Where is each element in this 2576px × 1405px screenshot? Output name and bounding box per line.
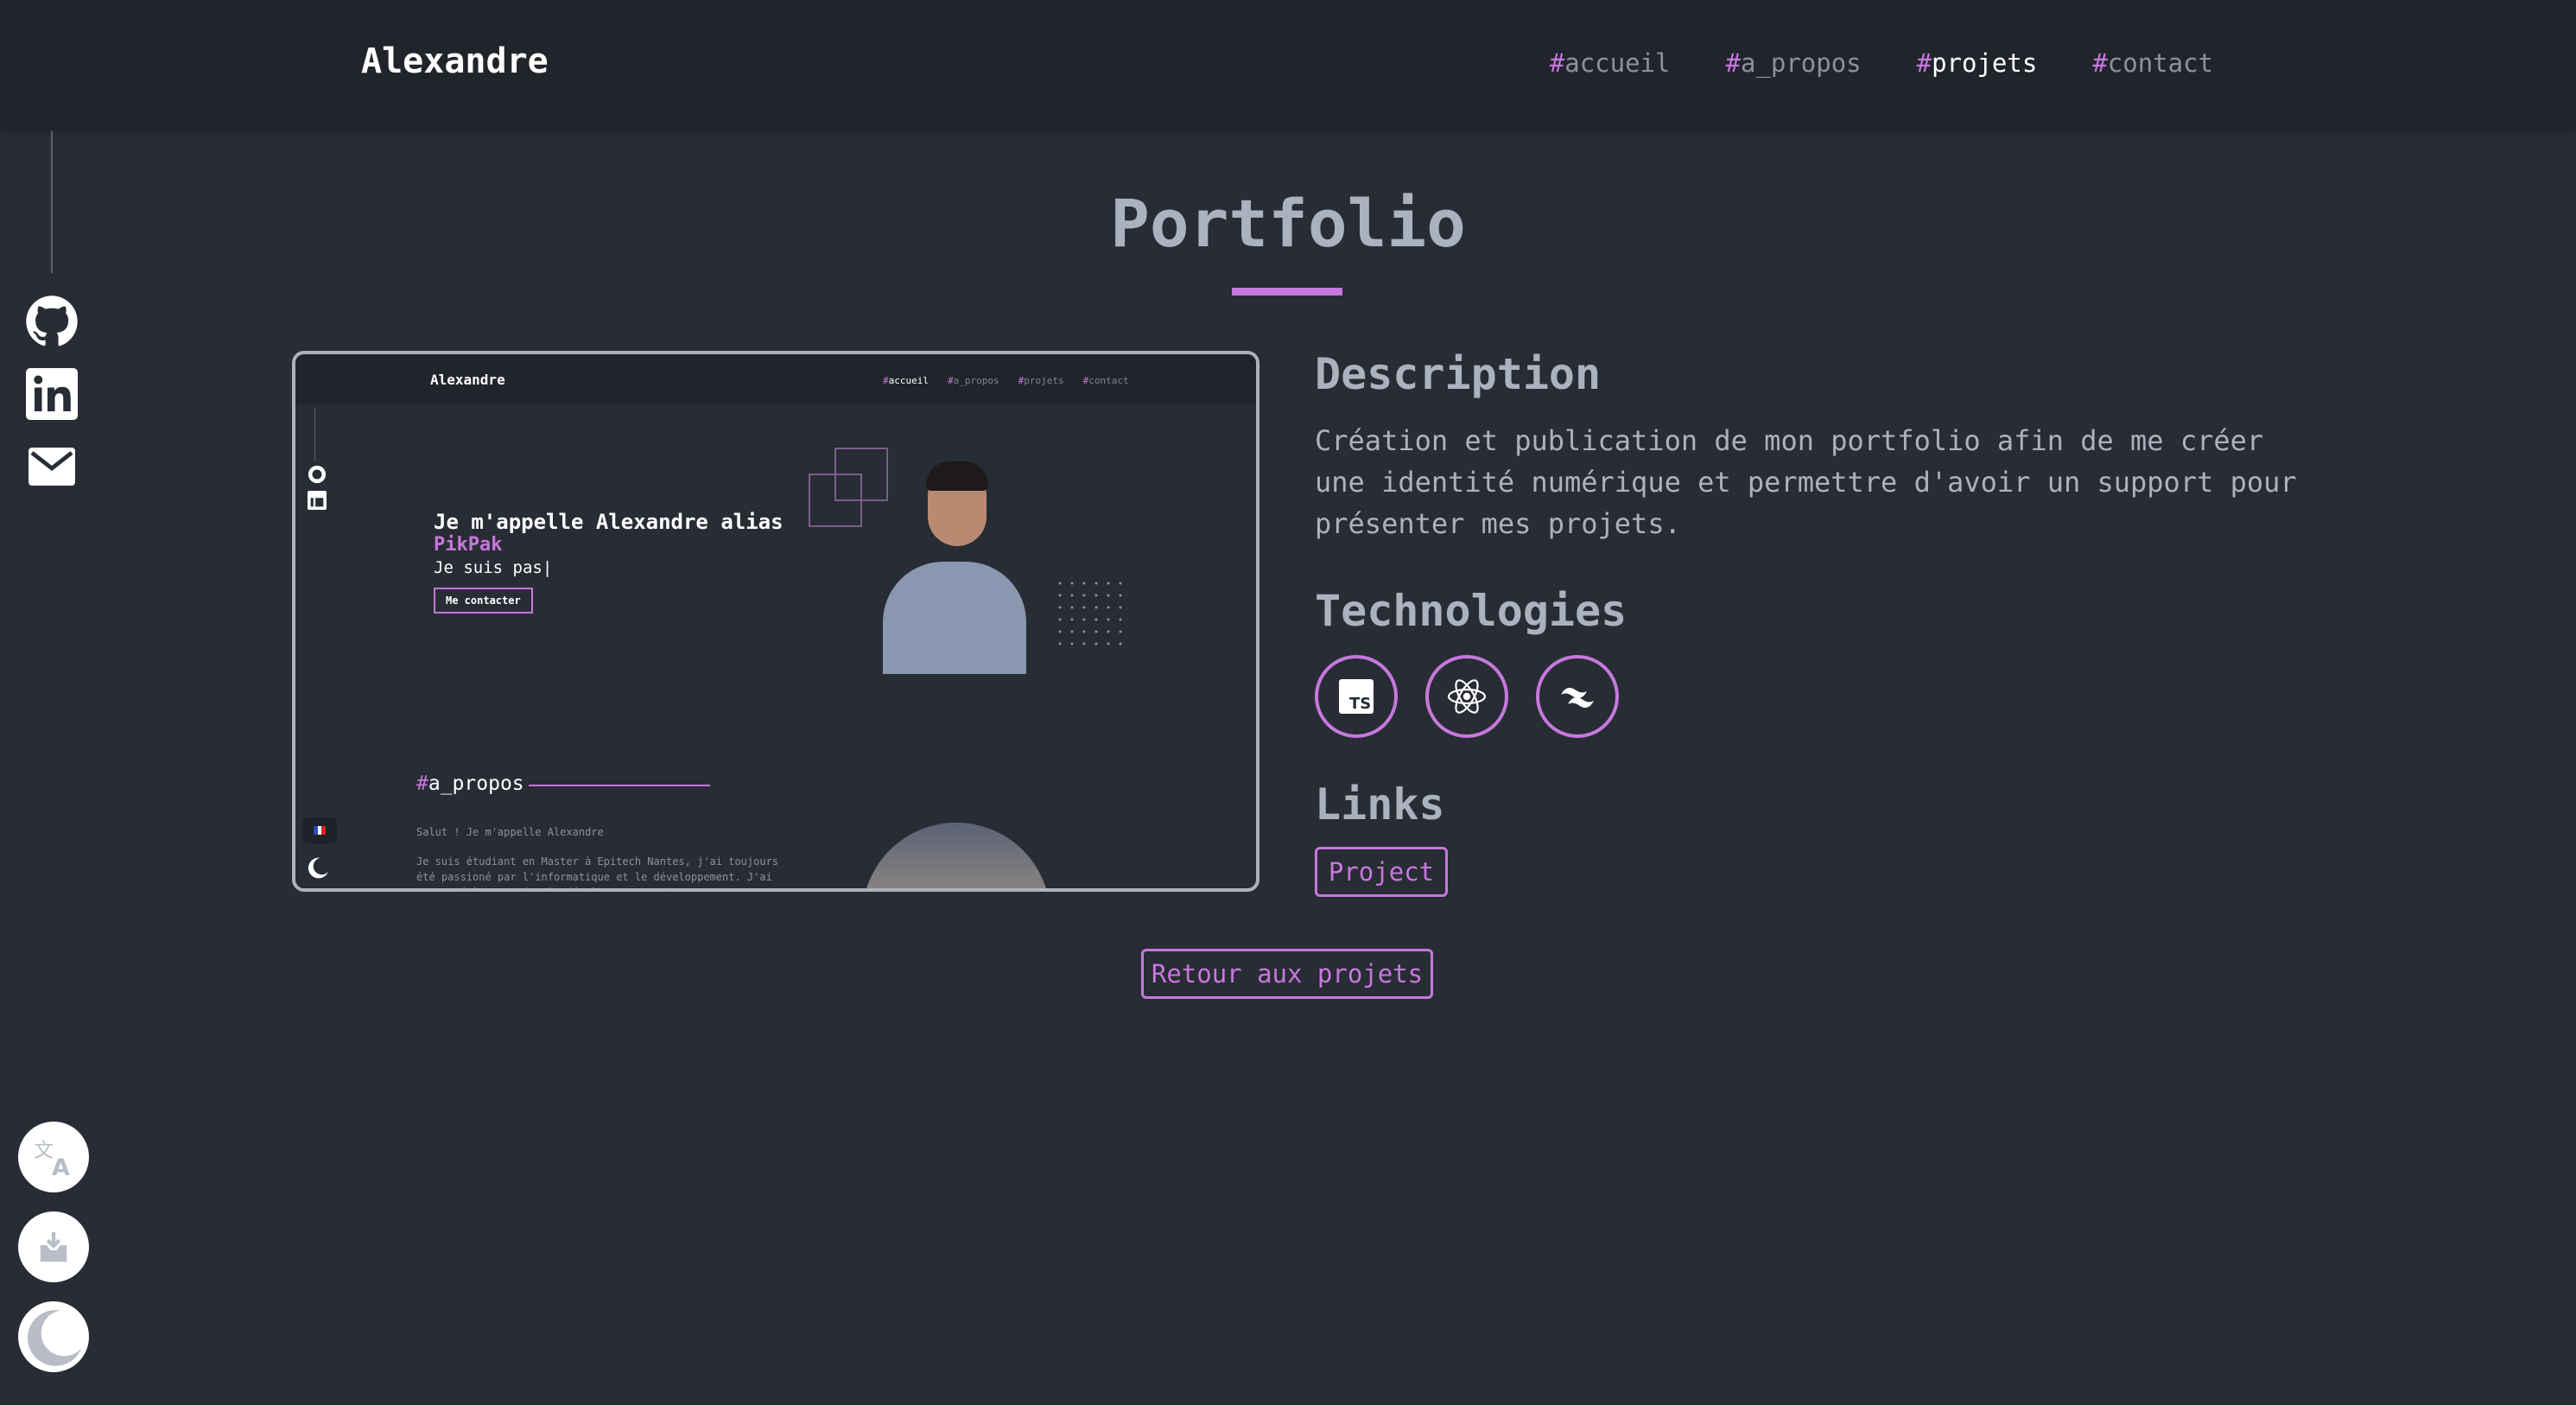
download-cv-button[interactable] <box>18 1211 89 1282</box>
typescript-icon: TS <box>1339 679 1374 714</box>
mail-icon <box>29 448 75 486</box>
linkedin-icon <box>26 368 78 420</box>
nav-link-projets[interactable]: #projets <box>1917 48 2038 78</box>
preview-alias: PikPak <box>434 534 503 556</box>
project-preview-image: Alexandre #accueil #a_propos #projets #c… <box>292 351 1259 892</box>
nav-label: contact <box>2107 48 2213 78</box>
translate-button[interactable]: 文A <box>18 1122 89 1192</box>
nav-label: a_propos <box>1740 48 1862 78</box>
preview-nav-item: #contact <box>1082 375 1129 386</box>
preview-flag-icon <box>302 817 337 843</box>
description-heading: Description <box>1315 349 1602 399</box>
preview-brand: Alexandre <box>430 372 505 388</box>
preview-section-line <box>529 785 710 786</box>
title-underline <box>1232 288 1342 296</box>
preview-text-intro: Salut ! Je m'appelle Alexandre <box>416 826 604 838</box>
mail-link[interactable] <box>24 439 79 494</box>
moon-icon <box>27 1310 82 1366</box>
preview-section-title: #a_propos <box>416 772 524 795</box>
description-text: Création et publication de mon portfolio… <box>1315 424 2297 540</box>
page-title: Portfolio <box>1110 185 1466 262</box>
nav-hash: # <box>2092 48 2108 78</box>
portrait-hair <box>926 461 988 491</box>
preview-portrait <box>883 458 1026 674</box>
preview-moon-icon <box>308 857 328 879</box>
tech-badge-typescript: TS <box>1315 655 1398 738</box>
github-link[interactable] <box>24 294 79 349</box>
brand-name[interactable]: Alexandre <box>361 41 549 81</box>
preview-photo-circle <box>862 823 1050 888</box>
preview-contact-button: Me contacter <box>434 588 533 613</box>
preview-text-body: Je suis étudiant en Master à Epitech Nan… <box>416 855 779 888</box>
download-icon <box>40 1231 67 1262</box>
react-icon <box>1447 679 1487 714</box>
tailwind-icon <box>1561 688 1594 708</box>
nav-hash: # <box>1725 48 1741 78</box>
github-icon <box>26 296 78 346</box>
preview-linkedin-icon <box>308 491 327 510</box>
nav-label: accueil <box>1564 48 1671 78</box>
project-link-button[interactable]: Project <box>1315 847 1448 897</box>
portrait-body <box>883 562 1026 674</box>
preview-nav-item: #a_propos <box>947 375 999 386</box>
preview-nav-item: #accueil <box>883 375 929 386</box>
preview-header: Alexandre #accueil #a_propos #projets #c… <box>295 354 1256 404</box>
nav-link-a-propos[interactable]: #a_propos <box>1725 48 1861 78</box>
theme-toggle-button[interactable] <box>18 1301 89 1372</box>
translate-icon: 文A <box>34 1140 70 1179</box>
preview-side-line <box>314 408 315 461</box>
linkedin-link[interactable] <box>24 366 79 422</box>
svg-text:A: A <box>52 1154 70 1179</box>
preview-greeting: Je m'appelle Alexandre alias <box>434 510 784 534</box>
nav-hash: # <box>1916 48 1932 78</box>
svg-text:TS: TS <box>1349 695 1371 713</box>
svg-text:文: 文 <box>34 1140 54 1162</box>
preview-deco-square <box>834 448 888 501</box>
links-heading: Links <box>1315 779 1445 830</box>
nav-link-accueil[interactable]: #accueil <box>1550 48 1671 78</box>
nav-hash: # <box>1549 48 1565 78</box>
nav-link-contact[interactable]: #contact <box>2092 48 2213 78</box>
tech-badge-tailwind <box>1536 655 1619 738</box>
preview-dot-grid <box>1058 582 1122 645</box>
main-nav: #accueil #a_propos #projets #contact <box>1550 48 2213 78</box>
technologies-heading: Technologies <box>1315 586 1627 636</box>
preview-github-icon <box>308 465 327 484</box>
back-to-projects-button[interactable]: Retour aux projets <box>1141 949 1433 999</box>
tech-badge-react <box>1425 655 1508 738</box>
nav-label: projets <box>1932 48 2038 78</box>
preview-subtitle: Je suis pas| <box>434 558 553 577</box>
preview-nav-item: #projets <box>1018 375 1064 386</box>
top-header: Alexandre #accueil #a_propos #projets #c… <box>0 0 2576 128</box>
preview-nav: #accueil #a_propos #projets #contact <box>883 375 1129 386</box>
